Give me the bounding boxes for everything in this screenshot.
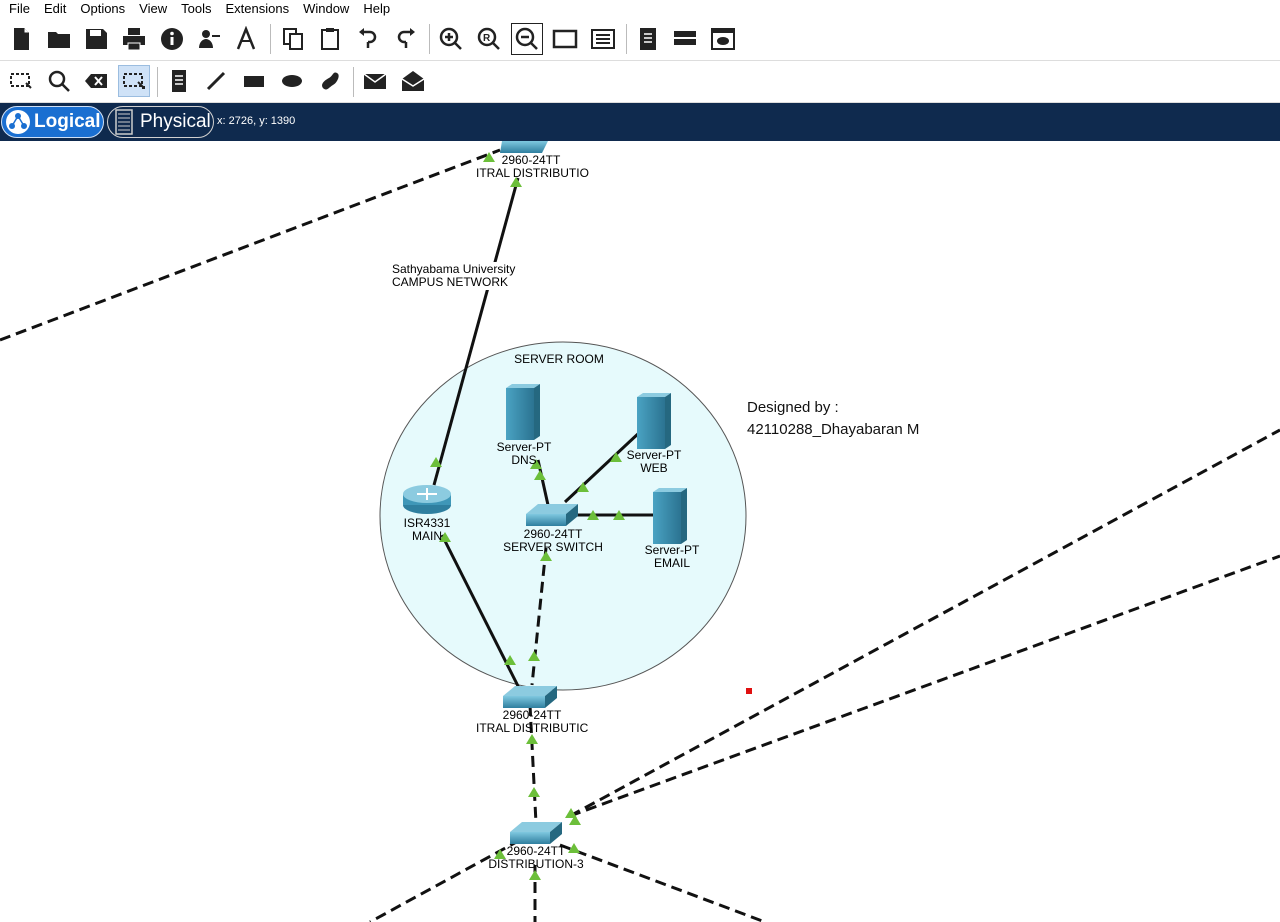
toolbar-separator (353, 67, 354, 97)
cloud-window-icon[interactable] (707, 23, 739, 55)
menu-extensions[interactable]: Extensions (225, 1, 289, 16)
add-complex-pdu-icon[interactable] (397, 65, 429, 97)
workspace-tab-bar: Logical Physical x: 2726, y: 1390 (0, 103, 1280, 141)
redo-icon[interactable] (390, 23, 422, 55)
toolbar-separator (429, 24, 430, 54)
notes-icon[interactable] (632, 23, 664, 55)
top-switch-device (500, 141, 548, 153)
freeform-icon[interactable] (314, 65, 346, 97)
draw-line-icon[interactable] (200, 65, 232, 97)
dns-server-label: Server-PT DNS (496, 440, 552, 467)
toolbar-separator (157, 67, 158, 97)
central-switch-device (503, 686, 557, 708)
server-switch-label: 2960-24TT SERVER SWITCH (503, 527, 603, 554)
menu-help[interactable]: Help (363, 1, 390, 16)
cursor-coordinates: x: 2726, y: 1390 (217, 115, 296, 127)
palette-icon[interactable] (549, 23, 581, 55)
new-file-icon[interactable] (5, 23, 37, 55)
open-folder-icon[interactable] (43, 23, 75, 55)
designer-note[interactable]: Designed by :42110288_Dhayabaran M (747, 397, 919, 441)
physical-rack-icon (115, 109, 133, 135)
device-rack-icon[interactable] (669, 23, 701, 55)
server-room-label: SERVER ROOM (514, 352, 604, 366)
add-simple-pdu-icon[interactable] (359, 65, 391, 97)
tab-logical-label: Logical (34, 111, 101, 132)
toolbar-separator (626, 24, 627, 54)
place-note-icon[interactable] (163, 65, 195, 97)
main-toolbar: R (0, 17, 1280, 61)
draw-ellipse-icon[interactable] (276, 65, 308, 97)
toolbar-separator (270, 24, 271, 54)
topology-links (0, 141, 1280, 922)
zoom-in-icon[interactable] (435, 23, 467, 55)
delete-icon[interactable] (80, 65, 112, 97)
marker-square (746, 688, 752, 694)
tab-physical[interactable]: Physical (107, 106, 214, 138)
menu-file[interactable]: File (9, 1, 30, 16)
logical-network-icon (6, 110, 30, 134)
campus-network-note[interactable]: Sathyabama University CAMPUS NETWORK (390, 262, 518, 290)
activity-wizard-icon[interactable] (193, 23, 225, 55)
dns-server-device (506, 384, 540, 440)
print-icon[interactable] (118, 23, 150, 55)
central-switch-label: 2960-24TT ITRAL DISTRIBUTIC (476, 708, 589, 735)
link-dashed (0, 148, 501, 342)
zoom-reset-icon[interactable]: R (473, 23, 505, 55)
info-icon[interactable] (156, 23, 188, 55)
save-icon[interactable] (80, 23, 112, 55)
router-label: ISR4331 MAIN (403, 516, 451, 543)
menu-tools[interactable]: Tools (181, 1, 211, 16)
tab-logical[interactable]: Logical (1, 106, 104, 138)
router-device (403, 485, 451, 514)
select-icon[interactable] (5, 65, 37, 97)
menu-window[interactable]: Window (303, 1, 349, 16)
dist3-switch-label: 2960-24TT DISTRIBUTION-3 (488, 844, 584, 871)
menu-bar: File Edit Options View Tools Extensions … (0, 0, 1280, 16)
zoom-out-icon[interactable] (511, 23, 543, 55)
email-server-label: Server-PT EMAIL (644, 543, 700, 570)
top-switch-label: 2960-24TT ITRAL DISTRIBUTIO (476, 153, 589, 180)
draw-rectangle-icon[interactable] (238, 65, 270, 97)
menu-view[interactable]: View (139, 1, 167, 16)
menu-options[interactable]: Options (80, 1, 125, 16)
pdu-wizard-icon[interactable] (231, 23, 263, 55)
web-server-label: Server-PT WEB (626, 448, 682, 475)
dist3-switch-device (510, 822, 562, 844)
drawing-toolbar (0, 61, 1280, 103)
email-server-device (653, 488, 687, 544)
menu-edit[interactable]: Edit (44, 1, 66, 16)
custom-device-icon[interactable] (587, 23, 619, 55)
undo-icon[interactable] (352, 23, 384, 55)
inspect-icon[interactable] (43, 65, 75, 97)
copy-icon[interactable] (277, 23, 309, 55)
web-server-device (637, 393, 671, 449)
resize-shape-icon[interactable] (118, 65, 150, 97)
paste-icon[interactable] (314, 23, 346, 55)
logical-workspace[interactable]: 2960-24TT ITRAL DISTRIBUTIO Sathyabama Un… (0, 141, 1280, 922)
svg-text:R: R (483, 33, 491, 44)
tab-physical-label: Physical (140, 111, 211, 132)
